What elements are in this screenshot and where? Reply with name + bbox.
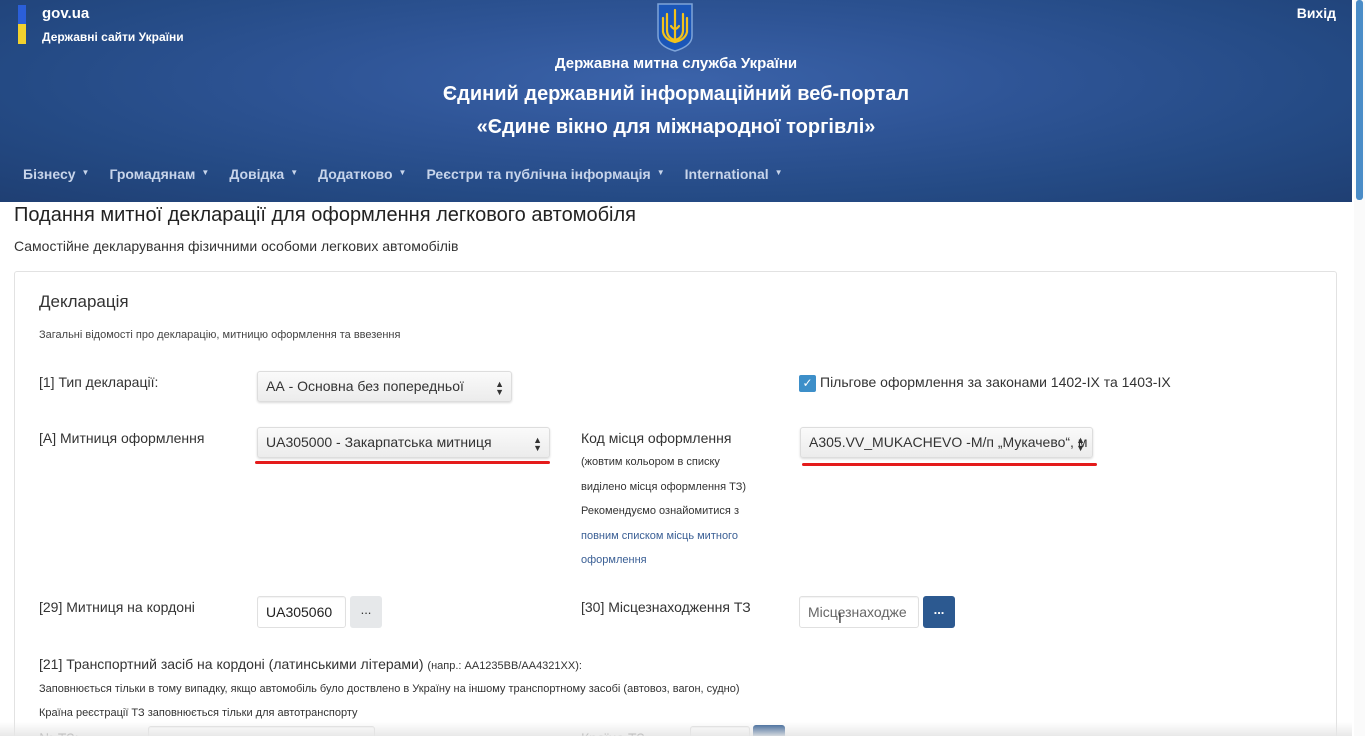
customs-office-select[interactable]: UA305000 - Закарпатська митниця ▲ ▼	[257, 427, 550, 458]
portal-subtitle: «Єдине вікно для міжнародної торгівлі»	[476, 116, 876, 138]
logout-link[interactable]: Вихід	[1297, 5, 1336, 21]
govua-subtitle: Державні сайти України	[42, 30, 184, 44]
nav-label: Довідка	[229, 166, 285, 182]
main-nav: Бізнесу ▼ Громадянам ▼ Довідка ▼ Додатково ▼…	[23, 166, 803, 182]
transport-label-text: [21] Транспортний засіб на кордоні (лати…	[39, 656, 424, 672]
caret-down-icon: ▼	[201, 167, 210, 177]
customs-office-label: [А] Митниця оформлення	[39, 430, 205, 446]
clearance-place-label: Код місця оформлення	[581, 430, 732, 446]
declaration-type-label: [1] Тип декларації:	[39, 374, 159, 390]
clearance-place-value: А305.VV_MUKACHEVO -М/п „Мукачево“, м	[809, 434, 1088, 450]
declaration-type-value: АА - Основна без попередньої	[266, 378, 464, 394]
ukraine-flag-icon	[18, 5, 26, 44]
checkmark-icon: ✓	[802, 376, 813, 390]
clearance-note: (жовтим кольором в списку виділено місця…	[581, 450, 746, 573]
customs-office-value: UA305000 - Закарпатська митниця	[266, 434, 492, 450]
page-title: Подання митної декларації для оформлення…	[14, 204, 636, 226]
nav-item-additional[interactable]: Додатково ▼	[318, 166, 406, 182]
red-underline-annotation	[255, 461, 550, 464]
border-customs-input[interactable]: UA305060	[257, 596, 346, 628]
bottom-fade	[0, 722, 1352, 736]
vehicle-location-input[interactable]: Місцезнаходже	[799, 596, 919, 628]
clearance-place-select[interactable]: А305.VV_MUKACHEVO -М/п „Мукачево“, м ▲ ▼	[800, 427, 1093, 458]
nav-item-help[interactable]: Довідка ▼	[229, 166, 298, 182]
select-arrows-icon: ▲ ▼	[495, 379, 504, 397]
declaration-type-select[interactable]: АА - Основна без попередньої ▲ ▼	[257, 371, 512, 402]
govua-title[interactable]: gov.ua	[42, 5, 89, 22]
caret-down-icon: ▼	[656, 167, 665, 177]
caret-down-icon: ▼	[774, 167, 783, 177]
border-customs-label: [29] Митниця на кордоні	[39, 599, 195, 615]
nav-label: Бізнесу	[23, 166, 76, 182]
caret-down-icon: ▼	[398, 167, 407, 177]
portal-title: Єдиний державний інформаційний веб-порта…	[442, 83, 910, 105]
red-underline-annotation	[802, 463, 1097, 466]
page-subtitle: Самостійне декларування фізичними особом…	[14, 238, 459, 254]
caret-down-icon: ▼	[290, 167, 299, 177]
transport-note-2: Країна реєстрації ТЗ заповнюється тільки…	[39, 707, 358, 719]
card-title: Декларація	[39, 292, 129, 311]
nav-item-business[interactable]: Бізнесу ▼	[23, 166, 89, 182]
scrollbar-thumb[interactable]	[1356, 0, 1363, 200]
note-line: Рекомендуємо ознайомитися з	[581, 505, 739, 517]
nav-item-citizens[interactable]: Громадянам ▼	[109, 166, 209, 182]
nav-label: Реєстри та публічна інформація	[426, 166, 651, 182]
select-arrows-icon: ▲ ▼	[533, 435, 542, 453]
text-cursor-icon: I	[838, 610, 842, 626]
agency-name: Державна митна служба України	[554, 55, 798, 72]
vehicle-location-lookup-button[interactable]: ...	[923, 596, 955, 628]
card-subtitle: Загальні відомості про декларацію, митни…	[39, 329, 401, 341]
trident-emblem-icon	[656, 2, 694, 52]
nav-item-registries[interactable]: Реєстри та публічна інформація ▼	[426, 166, 664, 182]
preferential-checkbox[interactable]: ✓	[799, 375, 816, 392]
note-line: (жовтим кольором в списку	[581, 456, 720, 468]
preferential-label[interactable]: Пільгове оформлення за законами 1402-IX …	[820, 374, 1171, 390]
vehicle-location-label: [30] Місцезнаходження ТЗ	[581, 599, 751, 615]
note-line: виділено місця оформлення ТЗ)	[581, 480, 747, 493]
nav-label: Громадянам	[109, 166, 196, 182]
site-header: gov.ua Державні сайти України Вихід Держ…	[0, 0, 1352, 202]
transport-at-border-label: [21] Транспортний засіб на кордоні (лати…	[39, 656, 582, 672]
select-arrows-icon: ▲ ▼	[1076, 435, 1085, 453]
nav-item-international[interactable]: International ▼	[685, 166, 783, 182]
nav-label: International	[684, 166, 769, 182]
caret-down-icon: ▼	[81, 167, 90, 177]
nav-label: Додатково	[318, 166, 393, 182]
clearance-places-list-link[interactable]: повним списком місць митного	[581, 524, 746, 549]
transport-note-1: Заповнюється тільки в тому випадку, якщо…	[39, 683, 740, 695]
border-customs-lookup-button[interactable]: ...	[350, 596, 382, 628]
transport-example: (напр.: АА1235ВВ/АА4321ХХ):	[427, 660, 582, 672]
clearance-places-list-link[interactable]: оформлення	[581, 548, 746, 573]
